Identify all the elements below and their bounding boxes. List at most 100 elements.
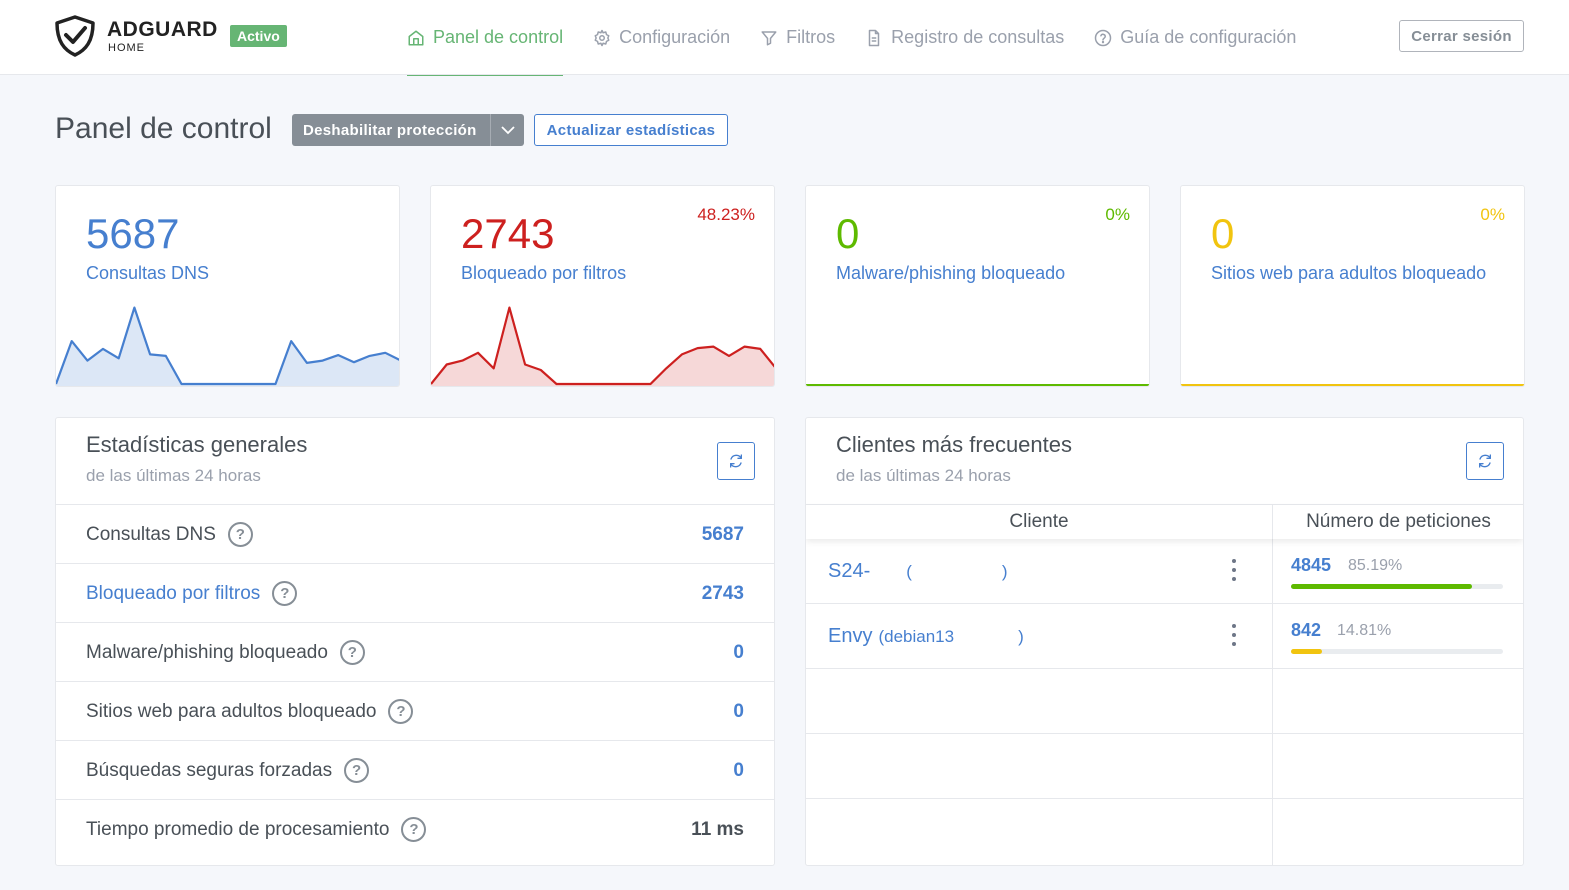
stat-row-value: 11 ms bbox=[691, 818, 744, 840]
brand-sub: HOME bbox=[108, 42, 145, 54]
panel-subtitle: de las últimas 24 horas bbox=[86, 466, 261, 485]
client-ip-close: ) bbox=[1018, 626, 1024, 646]
table-row-empty bbox=[806, 734, 1523, 799]
stat-row-label: Malware/phishing bloqueado? bbox=[86, 623, 365, 682]
nav-label: Registro de consultas bbox=[891, 27, 1065, 47]
stat-label: Sitios web para adultos bloqueado bbox=[1211, 263, 1487, 283]
stat-row-dns-queries: Consultas DNS? 5687 bbox=[56, 505, 774, 564]
refresh-stats-button[interactable]: Actualizar estadísticas bbox=[534, 114, 728, 146]
stat-label: Bloqueado por filtros bbox=[461, 263, 627, 283]
logout-button[interactable]: Cerrar sesión bbox=[1399, 20, 1524, 52]
stat-row-safe-search: Búsquedas seguras forzadas? 0 bbox=[56, 741, 774, 800]
table-row-empty bbox=[806, 669, 1523, 734]
shield-check-icon bbox=[55, 15, 95, 57]
adguard-logo[interactable]: ADGUARD HOME bbox=[54, 15, 224, 59]
stat-value: 0 bbox=[1211, 210, 1235, 257]
top-clients-refresh-button[interactable] bbox=[1466, 442, 1504, 480]
help-circle-icon bbox=[1095, 29, 1112, 46]
stat-value: 5687 bbox=[86, 210, 180, 257]
gear-icon bbox=[594, 29, 610, 46]
brand-name: ADGUARD bbox=[107, 18, 218, 41]
clients-table-header: Cliente Número de peticiones bbox=[806, 505, 1523, 539]
panel-title: Estadísticas generales bbox=[86, 432, 308, 457]
stat-percent: 0% bbox=[1105, 205, 1130, 224]
disable-protection-label: Deshabilitar protección bbox=[303, 121, 477, 139]
client-ip-open: ( bbox=[906, 561, 912, 581]
help-icon[interactable]: ? bbox=[401, 817, 427, 842]
nav-settings[interactable]: Configuración bbox=[593, 0, 730, 75]
nav-label: Panel de control bbox=[433, 27, 564, 47]
disable-protection-button[interactable]: Deshabilitar protección bbox=[292, 114, 524, 146]
stat-label: Consultas DNS bbox=[86, 263, 210, 283]
stat-baseline bbox=[1181, 384, 1524, 386]
table-row: Envy (debian13 ) 842 14.81% bbox=[806, 604, 1523, 669]
stat-row-text: Sitios web para adultos bloqueado bbox=[86, 700, 377, 722]
panel-title: Clientes más frecuentes bbox=[836, 432, 1072, 457]
stat-row-blocked-filters: Bloqueado por filtros? 2743 bbox=[56, 564, 774, 623]
stat-value: 2743 bbox=[461, 210, 555, 257]
client-request-count: 4845 bbox=[1291, 555, 1332, 575]
filter-icon bbox=[761, 30, 777, 45]
client-name-link[interactable]: Envy bbox=[828, 625, 872, 648]
column-header-requests[interactable]: Número de peticiones bbox=[1272, 505, 1523, 539]
chevron-down-icon bbox=[500, 126, 515, 135]
home-icon bbox=[408, 30, 424, 45]
refresh-icon bbox=[730, 454, 742, 468]
stat-row-text: Tiempo promedio de procesamiento bbox=[86, 818, 390, 840]
page-title: Panel de control bbox=[55, 112, 272, 145]
client-progress-fill bbox=[1291, 584, 1472, 589]
nav-query-log[interactable]: Registro de consultas bbox=[865, 0, 1064, 75]
stat-baseline bbox=[806, 384, 1149, 386]
nav-setup-guide[interactable]: Guía de configuración bbox=[1094, 0, 1296, 75]
stat-row-text: Consultas DNS bbox=[86, 523, 216, 545]
help-icon[interactable]: ? bbox=[227, 522, 253, 547]
stat-row-link[interactable]: Bloqueado por filtros bbox=[86, 583, 260, 605]
stat-label: Malware/phishing bloqueado bbox=[836, 263, 1066, 283]
stat-row-label: Sitios web para adultos bloqueado? bbox=[86, 682, 414, 741]
stat-row-label: Bloqueado por filtros? bbox=[86, 564, 298, 623]
stat-card-adult-sites: 0 Sitios web para adultos bloqueado 0% bbox=[1180, 185, 1525, 387]
stat-percent: 48.23% bbox=[697, 205, 755, 224]
stat-row-value: 0 bbox=[733, 759, 744, 781]
disable-protection-dropdown[interactable] bbox=[490, 114, 524, 146]
help-icon[interactable]: ? bbox=[339, 640, 365, 665]
client-progress-track bbox=[1291, 649, 1503, 654]
client-name-cell: S24- ( ) bbox=[828, 539, 1008, 604]
stat-card-malware: 0 Malware/phishing bloqueado 0% bbox=[805, 185, 1150, 387]
column-header-client[interactable]: Cliente bbox=[806, 505, 1272, 539]
document-icon bbox=[868, 29, 880, 46]
client-request-percent: 14.81% bbox=[1337, 622, 1392, 639]
client-progress-fill bbox=[1291, 649, 1323, 654]
main-nav: Panel de control Configuración Filtros R… bbox=[407, 0, 1326, 76]
help-icon[interactable]: ? bbox=[344, 758, 370, 783]
sparkline-area bbox=[431, 307, 774, 386]
nav-label: Filtros bbox=[786, 27, 836, 47]
table-row-empty bbox=[806, 799, 1523, 864]
help-icon[interactable]: ? bbox=[388, 699, 414, 724]
client-options-icon[interactable] bbox=[1230, 624, 1238, 650]
nav-filters[interactable]: Filtros bbox=[760, 0, 835, 75]
client-ip-open: (debian13 bbox=[878, 626, 955, 646]
client-options-icon[interactable] bbox=[1230, 559, 1238, 585]
stat-row-label: Búsquedas seguras forzadas? bbox=[86, 741, 370, 800]
stat-row-value: 2743 bbox=[701, 582, 744, 604]
stat-row-label: Consultas DNS? bbox=[86, 505, 253, 564]
stat-row-value: 0 bbox=[733, 700, 744, 722]
stat-row-malware: Malware/phishing bloqueado? 0 bbox=[56, 623, 774, 682]
general-stats-refresh-button[interactable] bbox=[717, 442, 755, 480]
client-request-count: 842 bbox=[1291, 620, 1322, 640]
sparkline-chart bbox=[431, 306, 774, 386]
refresh-icon bbox=[1479, 454, 1491, 468]
sparkline-chart bbox=[56, 306, 399, 386]
status-badge: Activo bbox=[230, 25, 287, 47]
nav-dashboard[interactable]: Panel de control bbox=[407, 0, 564, 76]
stat-card-blocked-filters: 2743 Bloqueado por filtros 48.23% bbox=[430, 185, 775, 387]
client-ip-close: ) bbox=[1001, 561, 1008, 581]
stat-value: 0 bbox=[836, 210, 860, 257]
stat-row-value: 5687 bbox=[701, 523, 744, 545]
stat-row-avg-time: Tiempo promedio de procesamiento? 11 ms bbox=[56, 800, 774, 859]
nav-label: Configuración bbox=[619, 27, 731, 47]
table-row: S24- ( ) 4845 85.19% bbox=[806, 539, 1523, 604]
client-name-link[interactable]: S24- bbox=[828, 560, 870, 583]
help-icon[interactable]: ? bbox=[272, 581, 298, 606]
